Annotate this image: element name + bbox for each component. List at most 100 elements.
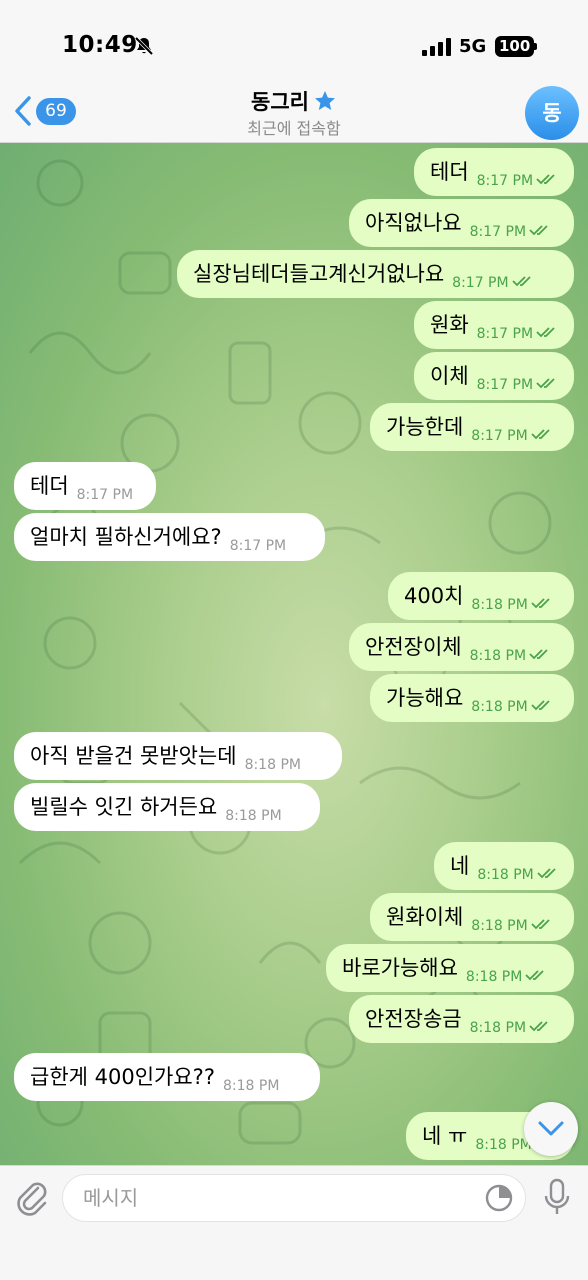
message-text: 테더 [430, 160, 469, 184]
microphone-icon[interactable] [542, 1178, 572, 1218]
message-time: 8:18 PM [225, 808, 282, 824]
message-text: 400치 [404, 584, 464, 608]
message-time: 8:18 PM [469, 1020, 527, 1036]
message-time: 8:18 PM [465, 969, 523, 985]
message-text: 네 ㅠ [422, 1124, 468, 1148]
message-bubble-outgoing[interactable]: 원화이체 8:18 PM [370, 893, 574, 941]
message-bubble-outgoing[interactable]: 400치 8:18 PM [388, 572, 574, 620]
double-check-icon [531, 700, 550, 711]
double-check-icon [511, 276, 531, 287]
message-bubble-incoming[interactable]: 빌릴수 잇긴 하거든요 8:18 PM [14, 783, 320, 831]
message-text: 안전장이체 [365, 635, 462, 659]
chat-status: 최근에 접속함 [247, 119, 341, 138]
double-check-icon [531, 598, 550, 609]
message-time: 8:17 PM [476, 377, 534, 393]
message-time: 8:17 PM [452, 275, 509, 291]
bell-muted-icon [134, 36, 154, 56]
message-time: 8:17 PM [76, 487, 134, 503]
message-text: 아직없나요 [365, 211, 462, 235]
message-bubble-incoming[interactable]: 아직 받을건 못받앗는데 8:18 PM [14, 732, 342, 780]
double-check-icon [529, 1021, 548, 1032]
message-bubble-outgoing[interactable]: 안전장이체 8:18 PM [349, 623, 574, 671]
status-time: 10:49 [62, 32, 138, 58]
chat-title[interactable]: 동그리 [251, 90, 309, 114]
message-text: 테더 [30, 474, 69, 498]
message-text: 얼마치 필하신거에요? [30, 525, 222, 549]
battery-tip [534, 43, 537, 50]
message-text: 빌릴수 잇긴 하거든요 [30, 795, 218, 819]
message-meta: 8:17 PM [477, 157, 558, 205]
message-meta: 8:18 PM [471, 581, 552, 629]
chevron-down-icon [538, 1121, 564, 1136]
double-check-icon [536, 174, 555, 185]
message-time: 8:17 PM [471, 428, 528, 444]
message-bubble-outgoing[interactable]: 가능해요 8:18 PM [370, 674, 574, 722]
message-text: 급한게 400인가요?? [30, 1065, 215, 1089]
message-bubble-outgoing[interactable]: 아직없나요 8:17 PM [349, 199, 574, 247]
double-check-icon [537, 868, 556, 879]
scroll-to-bottom-button[interactable] [524, 1102, 578, 1156]
message-time: 8:17 PM [476, 326, 534, 342]
double-check-icon [536, 327, 555, 338]
message-time: 8:18 PM [222, 1078, 280, 1094]
message-meta: 8:17 PM [471, 412, 552, 460]
message-meta: 8:18 PM [470, 1004, 551, 1052]
battery-icon: 100 [495, 36, 535, 57]
message-input[interactable]: 메시지 [62, 1174, 526, 1222]
message-bubble-outgoing[interactable]: 안전장송금 8:18 PM [349, 995, 574, 1043]
message-text: 원화이체 [386, 905, 464, 929]
message-time: 8:18 PM [471, 699, 528, 715]
signal-icon [422, 38, 451, 56]
double-check-icon [529, 649, 548, 660]
message-bubble-outgoing[interactable]: 네 8:18 PM [434, 842, 574, 890]
message-meta: 8:17 PM [470, 208, 551, 256]
double-check-icon [531, 429, 550, 440]
message-time: 8:17 PM [476, 173, 534, 189]
message-text: 가능한데 [386, 415, 464, 439]
message-bubble-outgoing[interactable]: 가능한데 8:17 PM [370, 403, 574, 451]
chat-title-area[interactable]: 동그리 [0, 86, 588, 116]
chat-header: 10:49 5G 100 69 동그리 최근에 접속함 동 [0, 0, 588, 143]
message-bubble-outgoing[interactable]: 테더 8:17 PM [414, 148, 574, 196]
double-check-icon [525, 970, 544, 981]
message-meta: 8:18 PM [466, 953, 547, 1001]
message-time: 8:18 PM [471, 597, 528, 613]
message-text: 아직 받을건 못받앗는데 [30, 744, 237, 768]
message-bubble-outgoing[interactable]: 원화 8:17 PM [414, 301, 574, 349]
message-time: 8:17 PM [469, 224, 527, 240]
sticker-icon[interactable] [484, 1183, 514, 1213]
message-time: 8:17 PM [229, 538, 287, 554]
message-meta: 8:18 PM [471, 683, 552, 731]
message-text: 가능해요 [386, 686, 464, 710]
message-meta: 8:17 PM [477, 361, 558, 409]
double-check-icon [531, 919, 550, 930]
message-list[interactable]: 테더 8:17 PM 아직없나요 8:17 PM 실장님테더들고계신거없나요 8:17… [0, 143, 588, 1165]
message-bubble-outgoing[interactable]: 바로가능해요 8:18 PM [326, 944, 574, 992]
message-bubble-outgoing[interactable]: 이체 8:17 PM [414, 352, 574, 400]
message-meta: 8:18 PM [477, 851, 558, 899]
message-meta: 8:18 PM [471, 902, 552, 950]
paperclip-icon[interactable] [14, 1178, 50, 1218]
double-check-icon [536, 378, 555, 389]
message-time: 8:18 PM [475, 1137, 532, 1153]
message-text: 원화 [430, 313, 469, 337]
star-icon [314, 91, 335, 110]
network-type: 5G [459, 36, 487, 57]
message-bubble-incoming[interactable]: 얼마치 필하신거에요? 8:17 PM [14, 513, 325, 561]
message-meta: 8:17 PM [452, 259, 533, 307]
message-bubble-outgoing[interactable]: 실장님테더들고계신거없나요 8:17 PM [177, 250, 574, 298]
double-check-icon [529, 225, 548, 236]
avatar[interactable]: 동 [525, 86, 579, 140]
message-time: 8:18 PM [244, 757, 301, 773]
message-text: 실장님테더들고계신거없나요 [193, 262, 445, 286]
message-text: 이체 [430, 364, 469, 388]
message-meta: 8:18 PM [470, 632, 551, 680]
message-bubble-incoming[interactable]: 급한게 400인가요?? 8:18 PM [14, 1053, 320, 1101]
message-time: 8:18 PM [469, 648, 527, 664]
message-text: 안전장송금 [365, 1007, 462, 1031]
message-meta: 8:17 PM [477, 310, 558, 358]
message-time: 8:18 PM [477, 867, 534, 883]
message-time: 8:18 PM [471, 918, 528, 934]
message-bubble-incoming[interactable]: 테더 8:17 PM [14, 462, 156, 510]
composer-bar: 메시지 [0, 1165, 588, 1280]
